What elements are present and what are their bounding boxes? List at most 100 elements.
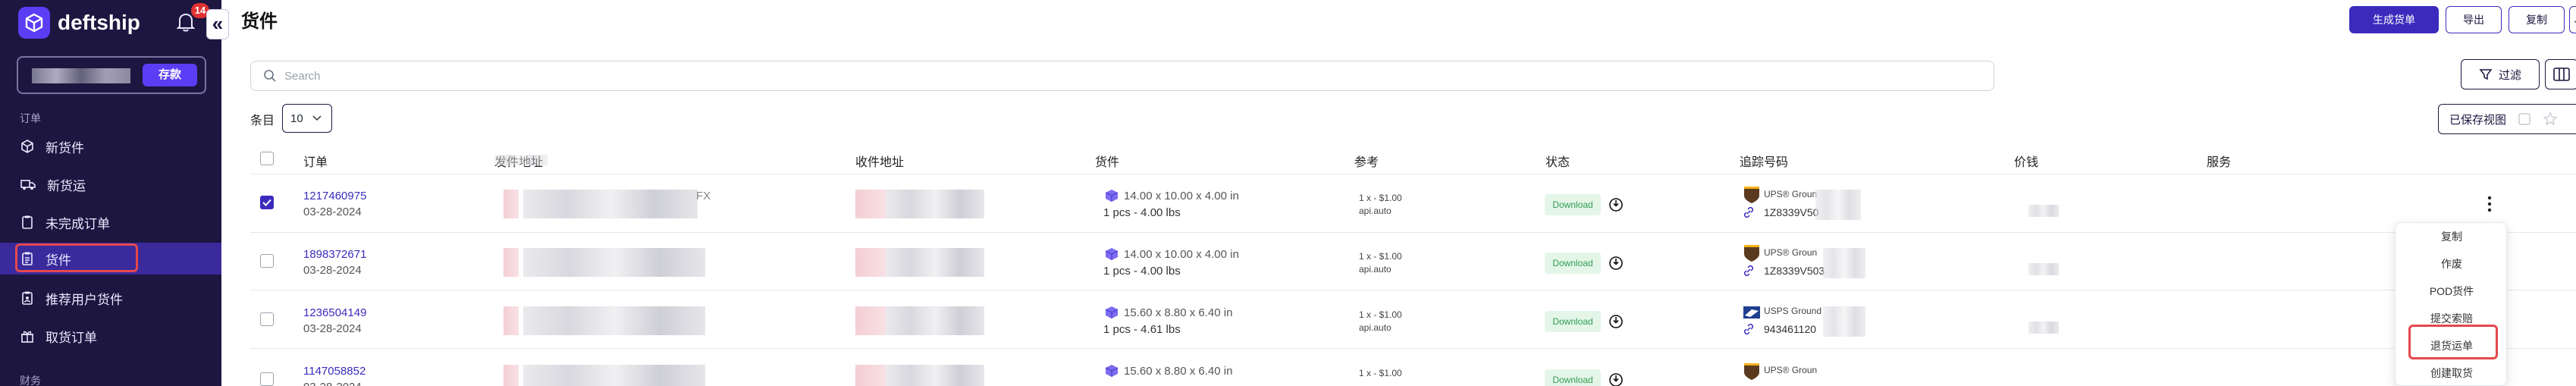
filter-icon [2479, 69, 2493, 80]
deposit-button[interactable]: 存款 [143, 64, 197, 86]
sidebar-item-incomplete-orders[interactable]: 未完成订单 [0, 206, 221, 238]
chevron-down-icon [312, 115, 322, 121]
cube-icon [21, 140, 33, 153]
sidebar-item-label: 推荐用户货件 [45, 292, 123, 307]
reference-source: api.auto [1359, 264, 1392, 275]
clipboard-user-icon [22, 291, 33, 305]
column-header-package[interactable]: 货件 [1095, 152, 1119, 170]
carrier-service: USPS Ground [1764, 306, 1822, 316]
reference-line: 1 x - $1.00 [1359, 251, 1402, 262]
column-header-price[interactable]: 价钱 [2014, 152, 2038, 170]
order-id-link[interactable]: 1898372671 [303, 248, 366, 261]
sidebar-item-new-shipment[interactable]: 新货件 [0, 130, 221, 162]
package-dimensions: 14.00 x 10.00 x 4.00 in [1124, 248, 1239, 261]
row-checkbox[interactable] [260, 372, 274, 386]
label-download-button[interactable]: Download [1545, 369, 1601, 386]
redacted-block [855, 306, 886, 335]
redacted-from-address [523, 306, 705, 335]
search-bar[interactable] [250, 61, 1994, 91]
table-divider [250, 232, 2576, 233]
redacted-block [1823, 248, 1865, 278]
sidebar-item-new-freight[interactable]: 新货运 [0, 168, 221, 200]
menu-item-create-pickup[interactable]: 创建取货 [2396, 359, 2508, 386]
column-header-tracking[interactable]: 追踪号码 [1740, 152, 1788, 170]
redacted-block [504, 365, 519, 386]
link-icon[interactable] [1742, 206, 1756, 219]
carrier-service: UPS® Groun [1764, 189, 1818, 199]
menu-item-void[interactable]: 作废 [2396, 250, 2508, 278]
row-checkbox[interactable] [260, 312, 274, 326]
package-cube-icon [1105, 306, 1119, 319]
menu-item-pod-shipment[interactable]: POD货件 [2396, 278, 2508, 305]
search-input[interactable] [284, 69, 1801, 83]
row-checkbox[interactable] [260, 254, 274, 268]
column-header-order[interactable]: 订单 [303, 152, 328, 170]
menu-item-return-label[interactable]: 退货运单 [2396, 332, 2508, 359]
redacted-block [855, 190, 886, 218]
label-download-button[interactable]: Download [1545, 253, 1601, 274]
sidebar-item-referral-shipments[interactable]: 推荐用户货件 [0, 282, 221, 314]
create-label-button[interactable]: 生成货单 [2349, 6, 2439, 33]
label-download-button[interactable]: Download [1545, 194, 1601, 215]
collapse-sidebar-button[interactable]: « [206, 9, 229, 39]
download-icon[interactable] [1608, 255, 1624, 271]
ups-logo-icon [1744, 187, 1759, 203]
redacted-from-address [523, 248, 705, 277]
column-toggle-button[interactable] [2545, 59, 2576, 89]
column-header-reference[interactable]: 参考 [1354, 152, 1379, 170]
select-all-checkbox[interactable] [260, 152, 274, 165]
redacted-block [855, 365, 886, 386]
menu-item-file-claim[interactable]: 提交索赔 [2396, 305, 2508, 332]
row-checkbox[interactable] [260, 196, 274, 209]
clipboard-list-icon [22, 252, 33, 265]
export-button[interactable]: 导出 [2446, 6, 2502, 33]
search-icon [264, 70, 276, 82]
sidebar-item-pickup-orders[interactable]: 取货订单 [0, 320, 221, 352]
entries-label: 条目 [250, 115, 275, 127]
order-id-link[interactable]: 1217460975 [303, 190, 366, 202]
sidebar-item-shipments[interactable]: 货件 [0, 243, 221, 275]
column-header-to-address[interactable]: 收件地址 [855, 152, 904, 170]
ups-logo-icon [1744, 363, 1759, 380]
columns-icon [2553, 67, 2570, 81]
brand-name: deftship [58, 11, 140, 34]
star-icon[interactable] [2543, 111, 2558, 127]
reference-source: api.auto [1359, 322, 1392, 333]
redacted-price [2028, 322, 2059, 334]
copy-button[interactable]: 复制 [2509, 6, 2565, 33]
tracking-number[interactable]: 1Z8339V503 [1764, 265, 1825, 277]
more-actions-button[interactable]: ⌄ [2569, 6, 2576, 33]
tracking-number[interactable]: 943461120 [1764, 323, 1816, 335]
redacted-block [1815, 190, 1861, 220]
sidebar-item-label: 新货件 [45, 140, 84, 155]
column-header-service[interactable]: 服务 [2207, 152, 2231, 170]
redacted-to-address [886, 190, 984, 218]
download-icon[interactable] [1608, 372, 1624, 386]
filter-button[interactable]: 过滤 [2461, 59, 2540, 89]
order-id-link[interactable]: 1147058852 [303, 365, 366, 378]
order-id-link[interactable]: 1236504149 [303, 306, 366, 319]
menu-item-copy[interactable]: 复制 [2396, 223, 2508, 250]
link-icon[interactable] [1742, 264, 1756, 278]
entries-select[interactable]: 10 [282, 104, 332, 133]
download-icon[interactable] [1608, 313, 1624, 330]
saved-views-button[interactable]: 已保存视图 [2438, 104, 2576, 134]
redacted-from-address [523, 365, 705, 386]
redacted-from-address [523, 190, 698, 218]
package-dimensions: 15.60 x 8.80 x 6.40 in [1124, 365, 1233, 378]
save-view-icon[interactable] [2517, 111, 2532, 127]
carrier-service: UPS® Groun [1764, 365, 1818, 375]
download-icon[interactable] [1608, 196, 1624, 213]
label-download-button[interactable]: Download [1545, 311, 1601, 332]
account-balance-box: 存款 [17, 56, 206, 94]
order-date: 03-28-2024 [303, 206, 362, 218]
column-header-status[interactable]: 状态 [1545, 152, 1570, 170]
package-cube-icon [1105, 365, 1119, 377]
link-icon[interactable] [1742, 322, 1756, 336]
redacted-to-address [886, 365, 984, 386]
sidebar-item-label: 新货运 [47, 178, 86, 193]
row-actions-kebab-icon[interactable] [2486, 194, 2493, 214]
deftship-logo-icon [18, 7, 50, 39]
brand[interactable]: deftship [18, 6, 140, 39]
tracking-number[interactable]: 1Z8339V50 [1764, 206, 1818, 218]
